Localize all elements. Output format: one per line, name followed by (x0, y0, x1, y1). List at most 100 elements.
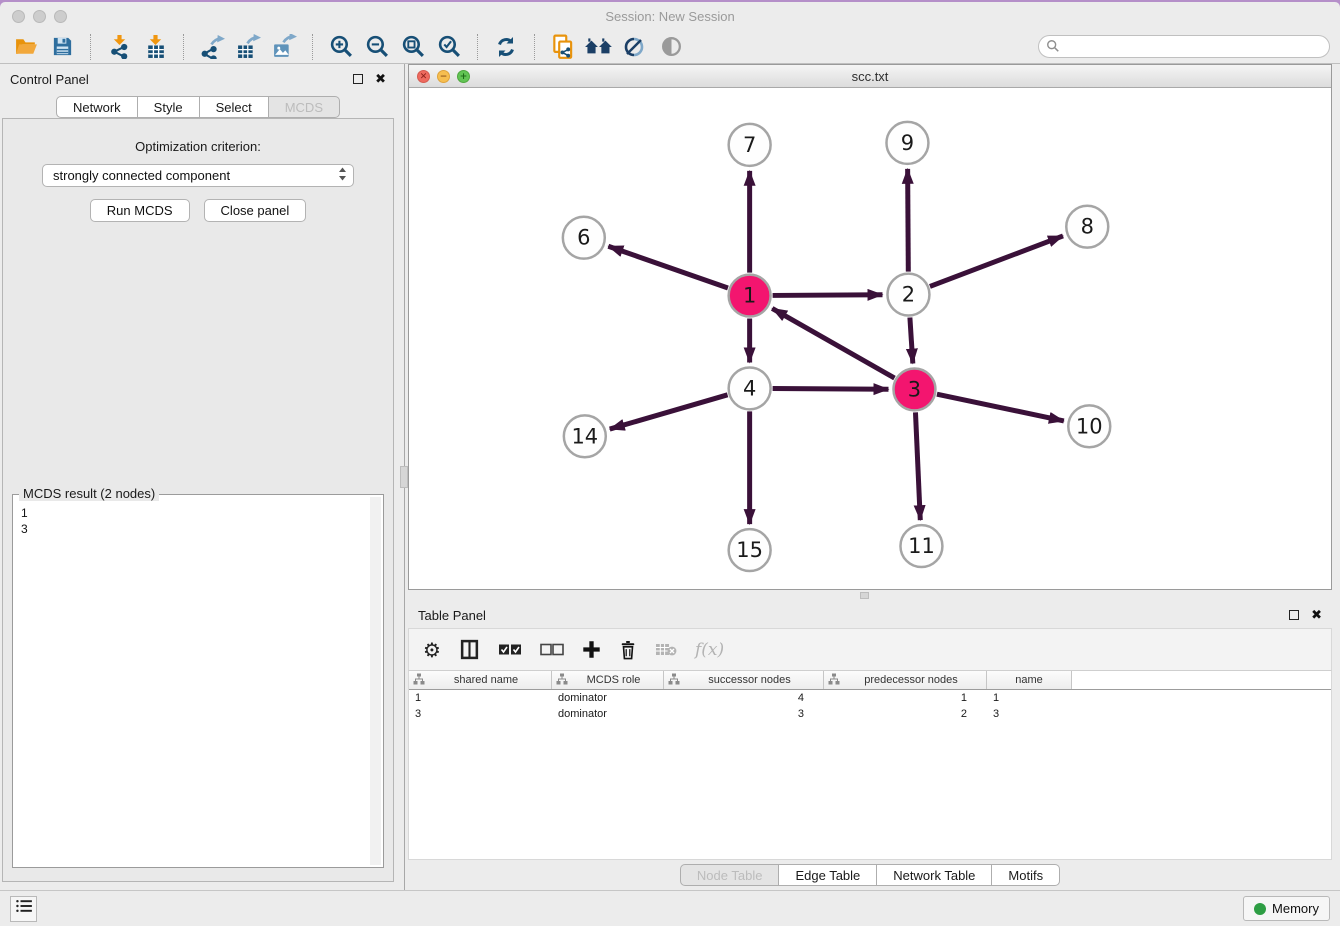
network-graph[interactable]: 7 9 6 8 1 2 4 3 14 10 15 11 (409, 88, 1331, 589)
column-header-shared-name[interactable]: shared name (409, 671, 552, 689)
memory-button[interactable]: Memory (1243, 896, 1330, 921)
cybrowser-home-icon[interactable] (583, 33, 615, 61)
mcds-result-text[interactable]: 1 3 (21, 505, 369, 865)
toolbar-separator (90, 34, 91, 60)
mcds-panel: Optimization criterion: strongly connect… (2, 118, 394, 882)
graph-node-10[interactable]: 10 (1068, 405, 1110, 447)
tab-mcds[interactable]: MCDS (269, 96, 340, 118)
close-panel-button[interactable]: Close panel (204, 199, 307, 222)
graph-node-1[interactable]: 1 (729, 275, 771, 317)
graph-node-9[interactable]: 9 (886, 122, 928, 164)
export-network-icon[interactable] (196, 33, 228, 61)
graph-node-2[interactable]: 2 (887, 274, 929, 316)
control-panel-title: Control Panel (10, 72, 89, 87)
optimization-criterion-select[interactable]: strongly connected component (42, 164, 354, 187)
graph-node-4[interactable]: 4 (729, 367, 771, 409)
column-header-name[interactable]: name (987, 671, 1072, 689)
graph-node-7[interactable]: 7 (729, 124, 771, 166)
export-image-icon[interactable] (268, 33, 300, 61)
search-input[interactable] (1038, 35, 1330, 58)
column-header-predecessor-nodes[interactable]: predecessor nodes (824, 671, 987, 689)
column-header-successor-nodes[interactable]: successor nodes (664, 671, 824, 689)
delete-column-icon[interactable] (619, 640, 637, 660)
table-row[interactable]: 3 dominator 3 2 3 (409, 706, 1331, 722)
table-panel-header: Table Panel ✖ (408, 602, 1332, 628)
network-window-titlebar[interactable]: ✕ − + scc.txt (409, 65, 1331, 88)
network-window-title: scc.txt (409, 69, 1331, 84)
table-row[interactable]: 1 dominator 4 1 1 (409, 690, 1331, 706)
table-settings-icon[interactable]: ⚙ (423, 638, 441, 662)
task-history-button[interactable] (10, 896, 37, 922)
graph-node-label: 14 (571, 424, 598, 448)
main-area: Control Panel ✖ Network Style Select MCD… (0, 64, 1340, 890)
zoom-out-icon[interactable] (361, 33, 393, 61)
column-header-mcds-role[interactable]: MCDS role (552, 671, 664, 689)
graph-node-label: 7 (743, 133, 756, 157)
graph-node-3[interactable]: 3 (893, 368, 935, 410)
import-table-icon[interactable] (139, 33, 171, 61)
save-session-icon[interactable] (46, 33, 78, 61)
zoom-fit-icon[interactable] (397, 33, 429, 61)
export-table-icon[interactable] (232, 33, 264, 61)
graph-edge-3-1[interactable] (772, 308, 894, 378)
divider-handle[interactable] (860, 592, 869, 599)
divider-handle[interactable] (400, 466, 408, 488)
tab-network[interactable]: Network (56, 96, 138, 118)
memory-label: Memory (1272, 901, 1319, 916)
float-table-panel-icon[interactable] (1289, 610, 1299, 620)
refresh-layout-icon[interactable] (490, 33, 522, 61)
toggle-columns-icon[interactable] (459, 639, 480, 660)
graph-node-8[interactable]: 8 (1066, 206, 1108, 248)
open-session-icon[interactable] (10, 33, 42, 61)
deselect-all-rows-icon[interactable] (540, 643, 564, 656)
network-search (1038, 35, 1330, 58)
graph-node-label: 2 (902, 283, 915, 307)
run-mcds-button[interactable]: Run MCDS (90, 199, 190, 222)
list-icon (15, 899, 33, 918)
tab-node-table[interactable]: Node Table (680, 864, 780, 886)
tab-network-table[interactable]: Network Table (877, 864, 992, 886)
graph-node-14[interactable]: 14 (564, 415, 606, 457)
zoom-in-icon[interactable] (325, 33, 357, 61)
search-icon (1046, 39, 1060, 58)
graph-edge-2-9[interactable] (908, 169, 909, 272)
application-window: Session: New Session (0, 2, 1340, 926)
graph-edge-2-8[interactable] (930, 236, 1063, 286)
delete-table-icon (655, 642, 677, 657)
tab-select[interactable]: Select (200, 96, 269, 118)
add-column-icon[interactable] (582, 640, 601, 659)
graph-node-11[interactable]: 11 (900, 525, 942, 567)
graph-edge-4-3[interactable] (773, 389, 889, 390)
mcds-result-title: MCDS result (2 nodes) (19, 486, 159, 501)
graph-edge-4-14[interactable] (610, 395, 728, 429)
hide-annotations-icon[interactable] (619, 33, 651, 61)
graph-node-6[interactable]: 6 (563, 217, 605, 259)
graph-edge-1-2[interactable] (773, 295, 883, 296)
optimization-criterion-label: Optimization criterion: (135, 139, 261, 154)
horizontal-split-divider[interactable] (408, 590, 1332, 602)
network-canvas[interactable]: 7 9 6 8 1 2 4 3 14 10 15 11 (409, 88, 1331, 589)
graph-edge-3-10[interactable] (937, 394, 1064, 421)
select-stepper-icon (338, 167, 347, 184)
column-tree-icon (668, 673, 680, 688)
tab-motifs[interactable]: Motifs (992, 864, 1060, 886)
graph-node-15[interactable]: 15 (729, 529, 771, 571)
tab-style[interactable]: Style (138, 96, 200, 118)
tab-edge-table[interactable]: Edge Table (779, 864, 877, 886)
table-toolbar: ⚙ (408, 628, 1332, 670)
graph-edge-2-3[interactable] (910, 317, 913, 363)
graph-node-label: 3 (908, 377, 921, 401)
toolbar-separator (183, 34, 184, 60)
clone-network-icon[interactable] (547, 33, 579, 61)
zoom-selected-icon[interactable] (433, 33, 465, 61)
close-panel-icon[interactable]: ✖ (375, 72, 386, 87)
close-table-panel-icon[interactable]: ✖ (1311, 608, 1322, 623)
float-panel-icon[interactable] (353, 74, 363, 84)
vertical-split-divider[interactable] (396, 64, 408, 890)
import-network-icon[interactable] (103, 33, 135, 61)
graph-edge-1-6[interactable] (608, 246, 728, 288)
show-graphics-details-icon[interactable] (655, 33, 687, 61)
select-all-rows-icon[interactable] (498, 643, 522, 656)
result-scrollbar[interactable] (370, 497, 381, 865)
graph-edge-3-11[interactable] (915, 412, 920, 520)
